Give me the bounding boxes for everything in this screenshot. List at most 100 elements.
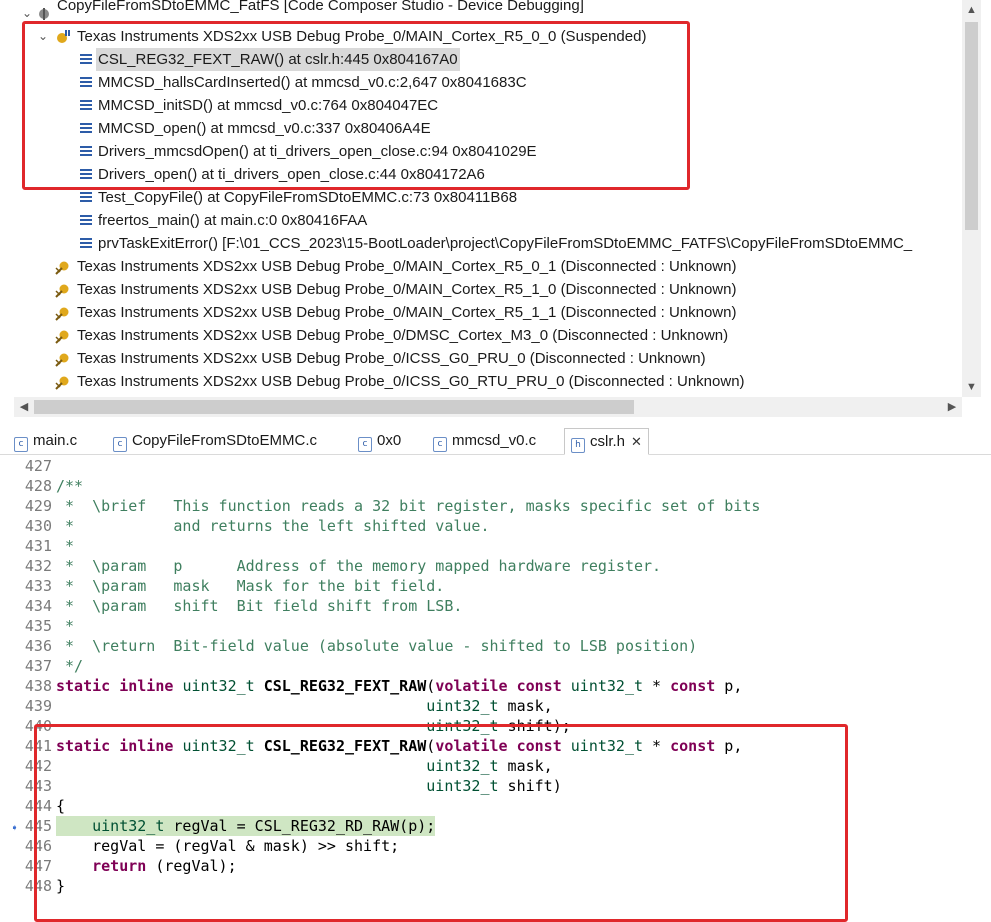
chevron-down-icon[interactable]: ⌄ [38, 25, 48, 48]
code-text: * \brief This function reads a 32 bit re… [56, 497, 761, 515]
code-line: 440 uint32_t shift); [0, 716, 991, 736]
code-line: 441 static inline uint32_t CSL_REG32_FEXT… [0, 736, 991, 756]
code-editor[interactable]: 427 428/** 429 * \brief This function read… [0, 456, 991, 922]
code-text: uint32_t mask, [426, 697, 553, 715]
code-text: } [56, 877, 66, 895]
code-line: 448} [0, 876, 991, 896]
disconnected-target-icon [55, 374, 71, 390]
vertical-scrollbar[interactable]: ▲ ▼ [962, 0, 981, 397]
stack-frame-icon [80, 123, 92, 134]
code-line: 437 */ [0, 656, 991, 676]
horizontal-scrollbar[interactable]: ◀ ▶ [14, 397, 962, 417]
suspended-target-icon [55, 29, 71, 45]
h-file-icon: h [571, 438, 585, 453]
line-number: 430 [24, 517, 52, 535]
code-line: 442 uint32_t mask, [0, 756, 991, 776]
stack-frame-icon [80, 192, 92, 203]
code-text: static inline uint32_t CSL_REG32_FEXT_RA… [56, 677, 743, 695]
code-text: uint32_t shift) [426, 777, 562, 795]
stack-frame-icon [80, 146, 92, 157]
code-line: 445 uint32_t regVal = CSL_REG32_RD_RAW(p… [0, 816, 991, 836]
line-number: 441 [24, 737, 52, 755]
scroll-right-icon[interactable]: ▶ [942, 397, 962, 417]
code-text: return (regVal); [92, 857, 237, 875]
tab-cslr-h[interactable]: h cslr.h ✕ [564, 428, 649, 455]
scroll-down-icon[interactable]: ▼ [962, 377, 981, 397]
code-line: 436 * \return Bit-field value (absolute … [0, 636, 991, 656]
disconnected-target-icon [55, 282, 71, 298]
code-text: * [56, 617, 75, 635]
line-number: 440 [24, 717, 52, 735]
close-icon[interactable]: ✕ [631, 434, 642, 449]
disconnected-target-icon [55, 305, 71, 321]
code-line: 432 * \param p Address of the memory map… [0, 556, 991, 576]
chevron-down-icon[interactable]: ⌄ [22, 2, 32, 25]
line-number: 436 [24, 637, 52, 655]
stack-frame-label: MMCSD_hallsCardInserted() at mmcsd_v0.c:… [98, 74, 527, 91]
stack-frame-label: Test_CopyFile() at CopyFileFromSDtoEMMC.… [98, 189, 518, 206]
code-line: 435 * [0, 616, 991, 636]
c-file-icon: c [358, 437, 372, 452]
stack-frame-label: MMCSD_initSD() at mmcsd_v0.c:764 0x80404… [98, 97, 439, 114]
line-number: 429 [24, 497, 52, 515]
code-line: 438 static inline uint32_t CSL_REG32_FEXT… [0, 676, 991, 696]
stack-frame-label: prvTaskExitError() [F:\01_CCS_2023\15-Bo… [98, 235, 913, 252]
bug-icon [36, 6, 52, 22]
tab-0x0[interactable]: c 0x0 [358, 428, 401, 453]
line-number: 442 [24, 757, 52, 775]
code-text: uint32_t mask, [426, 757, 553, 775]
thread-label: Texas Instruments XDS2xx USB Debug Probe… [77, 327, 729, 344]
scrollbar-thumb[interactable] [965, 22, 978, 230]
scroll-up-icon[interactable]: ▲ [962, 0, 981, 20]
line-number: 427 [24, 457, 52, 475]
scroll-left-icon[interactable]: ◀ [14, 397, 34, 417]
scrollbar-thumb[interactable] [34, 400, 634, 414]
tab-copyfile-c[interactable]: c CopyFileFromSDtoEMMC.c [113, 428, 317, 453]
tab-mmcsd-c[interactable]: c mmcsd_v0.c [433, 428, 536, 453]
code-text: regVal = (regVal & mask) >> shift; [56, 837, 400, 855]
tab-main-c[interactable]: c main.c [14, 428, 77, 453]
line-number: 445 [24, 817, 52, 835]
line-number: 443 [24, 777, 52, 795]
thread-label: Texas Instruments XDS2xx USB Debug Probe… [77, 281, 737, 298]
code-line: 431 * [0, 536, 991, 556]
stack-frame-label: Drivers_open() at ti_drivers_open_close.… [98, 166, 485, 183]
stack-frame-label: CSL_REG32_FEXT_RAW() at cslr.h:445 0x804… [96, 48, 460, 71]
editor-tab-bar: c main.c c CopyFileFromSDtoEMMC.c c 0x0 c mm… [0, 428, 991, 455]
line-number: 447 [24, 857, 52, 875]
line-number: 435 [24, 617, 52, 635]
code-line: 446 regVal = (regVal & mask) >> shift; [0, 836, 991, 856]
code-line: 444{ [0, 796, 991, 816]
c-file-icon: c [113, 437, 127, 452]
code-text: { [56, 797, 66, 815]
code-line: 439 uint32_t mask, [0, 696, 991, 716]
tab-label: main.c [33, 432, 78, 449]
code-text: * [56, 537, 75, 555]
thread-label: Texas Instruments XDS2xx USB Debug Probe… [77, 304, 737, 321]
code-text: * and returns the left shifted value. [56, 517, 490, 535]
debug-session-title: CopyFileFromSDtoEMMC_FatFS [Code Compose… [57, 0, 584, 14]
stack-frame-icon [80, 77, 92, 88]
line-number: 448 [24, 877, 52, 895]
code-text: uint32_t shift); [426, 717, 571, 735]
code-line: 430 * and returns the left shifted value… [0, 516, 991, 536]
code-line: 427 [0, 456, 991, 476]
tab-label: mmcsd_v0.c [452, 432, 537, 449]
code-line: 447 return (regVal); [0, 856, 991, 876]
code-line: 434 * \param shift Bit field shift from … [0, 596, 991, 616]
code-line: 429 * \brief This function reads a 32 bi… [0, 496, 991, 516]
line-number: 428 [24, 477, 52, 495]
thread-label: Texas Instruments XDS2xx USB Debug Probe… [77, 258, 737, 275]
h-file-icon: c [433, 437, 447, 452]
code-text: * \param shift Bit field shift from LSB. [56, 597, 463, 615]
line-number: 433 [24, 577, 52, 595]
tab-label: cslr.h [590, 433, 626, 450]
tab-label: 0x0 [377, 432, 402, 449]
stack-frame-label: freertos_main() at main.c:0 0x80416FAA [98, 212, 368, 229]
stack-frame-icon [80, 215, 92, 226]
thread-label: Texas Instruments XDS2xx USB Debug Probe… [77, 373, 745, 390]
stack-frame-icon [80, 100, 92, 111]
code-text: * \param p Address of the memory mapped … [56, 557, 662, 575]
code-line: 433 * \param mask Mask for the bit field… [0, 576, 991, 596]
code-text: * \param mask Mask for the bit field. [56, 577, 445, 595]
